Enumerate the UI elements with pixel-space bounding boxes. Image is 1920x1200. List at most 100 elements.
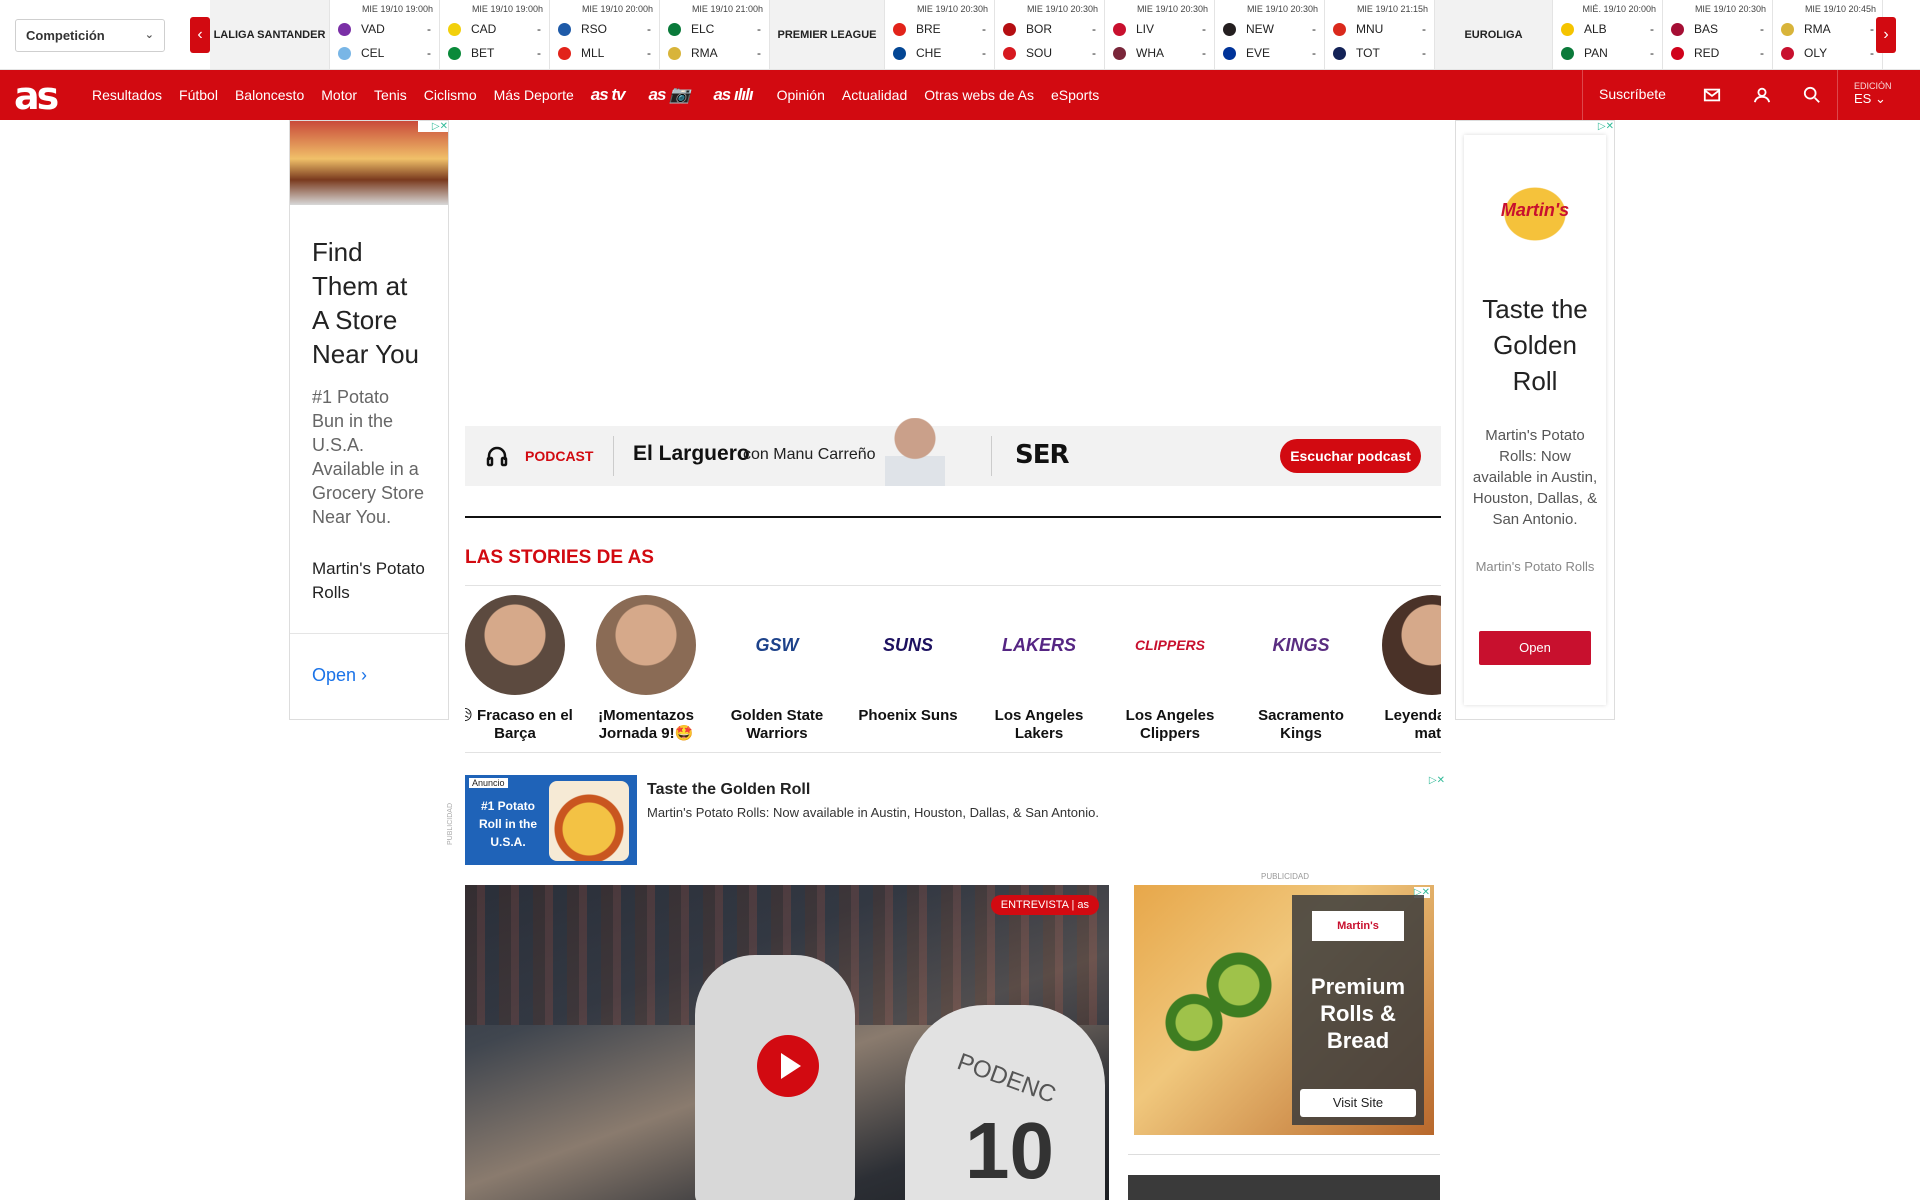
adchoices-icon[interactable]: ▷✕ (1429, 775, 1445, 786)
nav-item-esports[interactable]: eSports (1051, 87, 1099, 103)
podcast-divider (991, 436, 992, 476)
match-card[interactable]: MIÉ. 19/10 20:00h ALB - PAN - (1553, 0, 1663, 69)
away-team: WHA (1136, 46, 1164, 60)
match-card[interactable]: MIE 19/10 20:30h BRE - CHE - (885, 0, 995, 69)
listen-podcast-button[interactable]: Escuchar podcast (1280, 439, 1421, 473)
adchoices-icon[interactable]: ▷✕ (418, 121, 448, 132)
left-skyscraper-ad[interactable]: ▷✕ Find Them at A Store Near You #1 Pota… (289, 120, 449, 720)
team-crest-icon (338, 22, 351, 36)
away-team: BET (471, 46, 495, 60)
ad-brand: Martin's Potato Rolls (1475, 559, 1595, 574)
away-score: - (1760, 46, 1764, 60)
right-skyscraper-ad[interactable]: ▷✕ Martin's Taste the Golden Roll Martin… (1455, 120, 1615, 720)
home-score: - (1312, 22, 1316, 36)
match-card[interactable]: MIE 19/10 20:30h BOR - SOU - (995, 0, 1105, 69)
match-time: MIE 19/10 20:30h (1246, 4, 1318, 14)
match-card[interactable]: MIE 19/10 21:15h MNU - TOT - (1325, 0, 1435, 69)
main-nav: as Resultados Fútbol Baloncesto Motor Tenis C… (0, 70, 1920, 120)
nav-item-tenis[interactable]: Tenis (374, 87, 407, 103)
subscribe-link[interactable]: Suscríbete (1583, 70, 1687, 120)
banner-image-text: #1 Potato Roll in the U.S.A. (479, 799, 537, 849)
story-item[interactable]: 😥 Fracaso en el Barça (465, 595, 575, 743)
play-icon[interactable] (757, 1035, 819, 1097)
story-item[interactable]: CLIPPERS Los Angeles Clippers (1110, 595, 1230, 743)
home-score: - (537, 22, 541, 36)
jersey-number: 10 (965, 1106, 1054, 1195)
home-team: VAD (361, 22, 385, 36)
story-item[interactable]: Leyendas del mate (1372, 595, 1441, 743)
nav-item-opinión[interactable]: Opinión (777, 87, 825, 103)
visit-site-button[interactable]: Visit Site (1300, 1089, 1416, 1117)
match-time: MIE 19/10 19:00h (361, 4, 433, 14)
match-card[interactable]: MIE 19/10 20:45h RMA - OLY - (1773, 0, 1883, 69)
story-item[interactable]: GSW Golden State Warriors (717, 595, 837, 743)
mail-icon[interactable] (1687, 70, 1737, 120)
scores-ticker: LALIGA SANTANDER MIE 19/10 19:00h VAD - CEL -… (210, 0, 1883, 69)
nav-brand-link[interactable]: as tv (591, 85, 626, 105)
story-avatar (596, 595, 696, 695)
nav-brand-link[interactable]: as ılılı (713, 85, 753, 105)
edition-selector[interactable]: EDICIÓN ES ⌄ (1838, 70, 1908, 120)
story-item[interactable]: LAKERS Los Angeles Lakers (979, 595, 1099, 743)
team-crest-icon (1113, 46, 1126, 60)
nav-item-más-deporte[interactable]: Más Deporte (494, 87, 574, 103)
story-item[interactable]: ¡Momentazos Jornada 9!🤩 (586, 595, 706, 743)
nav-item-ciclismo[interactable]: Ciclismo (424, 87, 477, 103)
story-item[interactable]: KINGS Sacramento Kings (1241, 595, 1361, 743)
banner-ad[interactable]: PUBLICIDAD Anuncio #1 Potato Roll in the… (447, 775, 1445, 865)
section-divider (1128, 1154, 1440, 1155)
away-team: RED (1694, 46, 1720, 60)
league-label-laliga[interactable]: LALIGA SANTANDER (210, 0, 330, 69)
ad-open-button[interactable]: Open (1479, 631, 1591, 665)
chevron-down-icon: ⌄ (144, 29, 154, 41)
ad-headline: Premium Rolls & Bread (1310, 974, 1406, 1053)
scroll-left-button[interactable]: ‹ (190, 17, 210, 53)
nav-item-baloncesto[interactable]: Baloncesto (235, 87, 304, 103)
user-icon[interactable] (1737, 70, 1787, 120)
away-team: EVE (1246, 46, 1271, 60)
story-avatar (1382, 595, 1441, 695)
story-item[interactable]: SUNS Phoenix Suns (848, 595, 968, 725)
headphones-icon (486, 446, 508, 467)
ad-panel: Martin's Premium Rolls & Bread Visit Sit… (1292, 895, 1424, 1125)
article-thumbnail[interactable] (1128, 1175, 1440, 1200)
away-team: TOT (1356, 46, 1380, 60)
nav-brand-link[interactable]: as 📷 (649, 85, 691, 105)
competition-select[interactable]: Competición ⌄ (15, 19, 165, 52)
away-score: - (427, 46, 431, 60)
match-card[interactable]: MIE 19/10 19:00h VAD - CEL - (330, 0, 440, 69)
small-rect-ad[interactable]: ▷✕ Martin's Premium Rolls & Bread Visit … (1134, 885, 1434, 1135)
main-video[interactable]: PODENC 10 ENTREVISTA | as (465, 885, 1109, 1200)
team-crest-icon (1671, 46, 1684, 60)
nav-item-resultados[interactable]: Resultados (92, 87, 162, 103)
story-label: Phoenix Suns (858, 707, 958, 724)
banner-desc: Martin's Potato Rolls: Now available in … (647, 805, 1099, 820)
scroll-right-button[interactable]: › (1876, 17, 1896, 53)
banner-title: Taste the Golden Roll (647, 781, 811, 798)
league-label-euroliga[interactable]: EUROLIGA (1435, 0, 1553, 69)
story-label: Los Angeles Clippers (1125, 707, 1215, 742)
home-team: LIV (1136, 22, 1155, 36)
match-card[interactable]: MIE 19/10 19:00h CAD - BET - (440, 0, 550, 69)
match-time: MIE 19/10 20:30h (1026, 4, 1098, 14)
match-time: MIÉ. 19/10 20:00h (1582, 4, 1656, 14)
away-team: PAN (1584, 46, 1608, 60)
adchoices-icon[interactable]: ▷✕ (1584, 121, 1614, 132)
match-card[interactable]: MIE 19/10 20:00h RSO - MLL - (550, 0, 660, 69)
nav-item-actualidad[interactable]: Actualidad (842, 87, 907, 103)
match-time: MIE 19/10 19:00h (471, 4, 543, 14)
match-card[interactable]: MIE 19/10 20:30h BAS - RED - (1663, 0, 1773, 69)
league-label-premier[interactable]: PREMIER LEAGUE (770, 0, 885, 69)
nav-item-fútbol[interactable]: Fútbol (179, 87, 218, 103)
podcast-bar: PODCAST El Larguero con Manu Carreño SER… (465, 418, 1441, 486)
match-card[interactable]: MIE 19/10 21:00h ELC - RMA - (660, 0, 770, 69)
team-crest-icon (1333, 22, 1346, 36)
nav-item-motor[interactable]: Motor (321, 87, 357, 103)
match-card[interactable]: MIE 19/10 20:30h LIV - WHA - (1105, 0, 1215, 69)
team-crest-icon (1561, 22, 1574, 36)
as-logo[interactable]: as (14, 74, 59, 118)
search-icon[interactable] (1787, 70, 1837, 120)
nav-item-otras-webs-de-as[interactable]: Otras webs de As (924, 87, 1034, 103)
match-card[interactable]: MIE 19/10 20:30h NEW - EVE - (1215, 0, 1325, 69)
ad-open-button[interactable]: Open › (312, 665, 367, 686)
